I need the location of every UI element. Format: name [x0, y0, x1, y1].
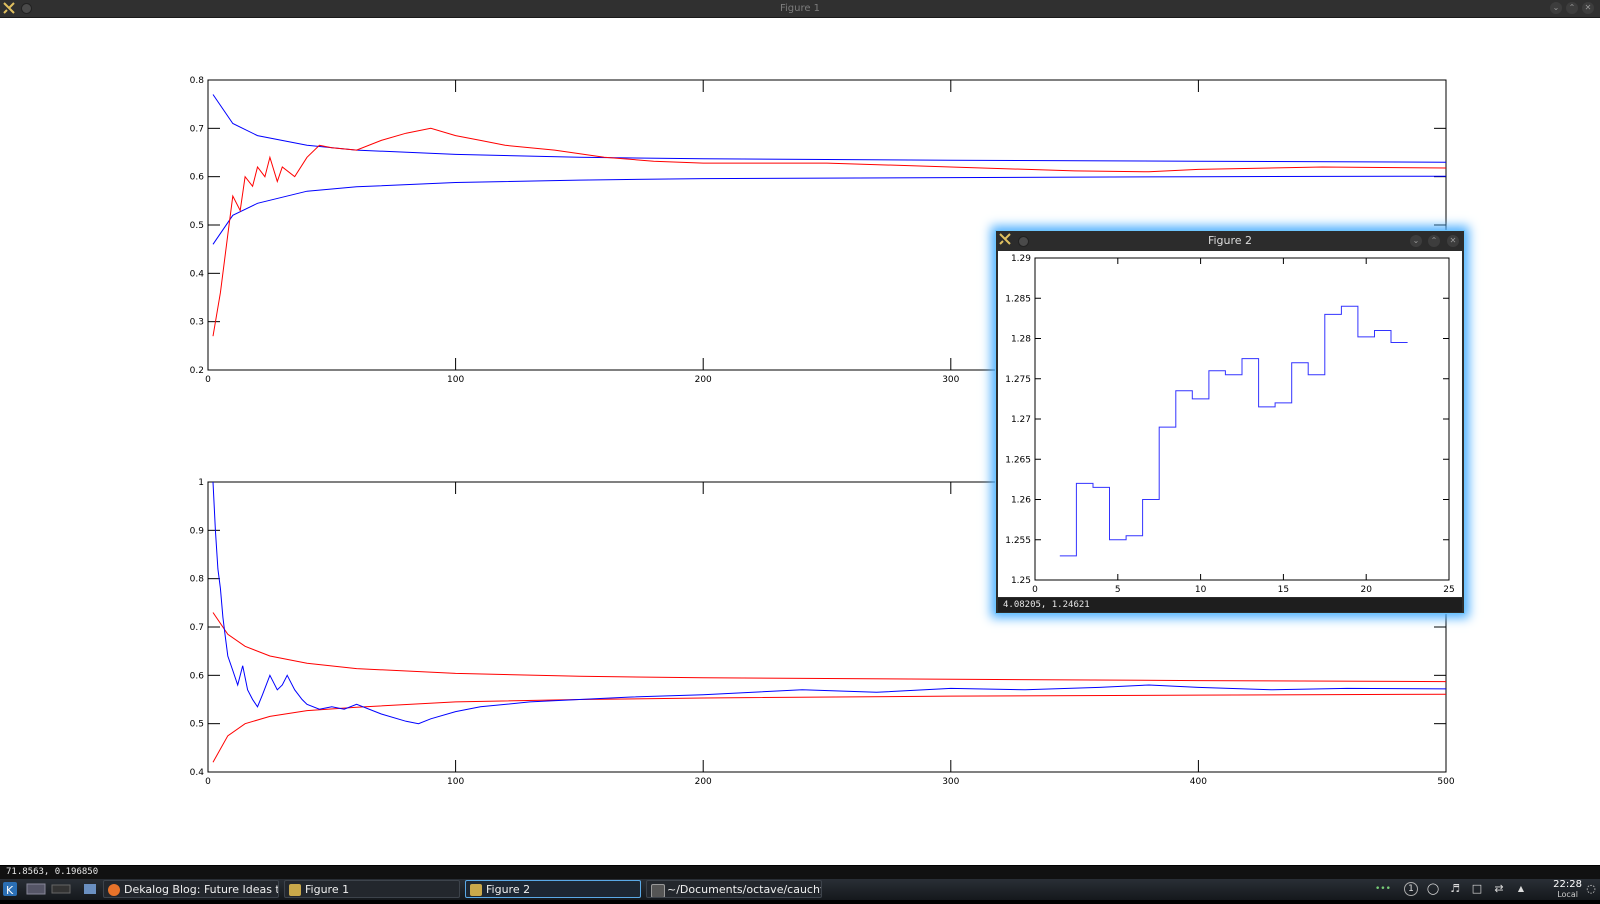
task-label: Figure 2	[486, 883, 531, 896]
y-tick-label: 1.25	[1011, 576, 1031, 586]
task-figure-1[interactable]: Figure 1	[284, 880, 460, 898]
x-tick-label: 100	[447, 777, 464, 787]
clock-zone: Local	[1557, 890, 1578, 899]
task-figure-2[interactable]: Figure 2	[465, 880, 641, 898]
window-menu-icon[interactable]	[21, 3, 32, 14]
y-tick-label: 0.8	[190, 76, 205, 86]
y-tick-label: 1.265	[1005, 455, 1031, 465]
clock[interactable]: 22:28 Local	[1553, 880, 1582, 900]
axes-figure2[interactable]: 0 5 10 15 20 25 1.25 1.255 1.26 1.265 1.27 1.275 1.2…	[1005, 254, 1454, 595]
series-line-1	[212, 693, 1447, 763]
task-label: Dekalog Blog: Future Ideas to	[124, 883, 279, 896]
x-tick-label: 20	[1360, 585, 1372, 595]
octave-app-icon[interactable]	[3, 2, 15, 14]
figure1-title: Figure 1	[779, 3, 821, 14]
shield-icon[interactable]: ◯	[1426, 882, 1440, 896]
x-tick-label: 500	[1437, 777, 1454, 787]
power-icon[interactable]: ◌	[1584, 882, 1598, 896]
figure2-title: Figure 2	[1207, 234, 1253, 247]
pager-icon[interactable]	[50, 880, 72, 899]
y-tick-label: 1.275	[1005, 375, 1031, 385]
x-tick-label: 25	[1443, 585, 1454, 595]
figure1-titlebar[interactable]: Figure 1 ⌄ ⌃ ✕	[0, 0, 1600, 18]
x-tick-label: 10	[1195, 585, 1207, 595]
figure2-coordinate-readout: 4.08205, 1.24621	[998, 598, 1462, 612]
minimize-icon[interactable]: ⌄	[1410, 235, 1422, 247]
x-tick-label: 300	[942, 777, 959, 787]
maximize-icon[interactable]: ⌃	[1566, 2, 1578, 14]
x-tick-label: 200	[695, 777, 712, 787]
y-tick-label: 0.6	[190, 671, 205, 681]
y-tick-label: 0.9	[190, 526, 205, 536]
task-terminal[interactable]: ~/Documents/octave/cauchy	[646, 880, 822, 898]
y-tick-label: 0.6	[190, 173, 205, 183]
y-tick-label: 1.26	[1011, 496, 1031, 506]
y-tick-label: 1.255	[1005, 536, 1031, 546]
show-desktop-icon[interactable]	[25, 880, 47, 899]
network-activity-icon[interactable]: •••	[1375, 882, 1391, 896]
series-line-0	[212, 94, 1447, 163]
octave-icon	[289, 884, 301, 896]
x-tick-label: 400	[1190, 777, 1207, 787]
x-tick-label: 200	[695, 375, 712, 385]
y-tick-label: 1.285	[1005, 294, 1031, 304]
figure2-plot-area[interactable]: 0 5 10 15 20 25 1.25 1.255 1.26 1.265 1.27 1.275 1.2…	[998, 251, 1462, 597]
clipboard-icon[interactable]: □	[1470, 882, 1484, 896]
octave-icon	[470, 884, 482, 896]
figure2-titlebar[interactable]: Figure 2 ⌄ ⌃ ✕	[996, 231, 1464, 251]
minimize-icon[interactable]: ⌄	[1550, 2, 1562, 14]
y-tick-label: 0.3	[190, 318, 204, 328]
task-dekalog-blog[interactable]: Dekalog Blog: Future Ideas to	[103, 880, 279, 898]
terminal-icon	[651, 884, 665, 897]
series-stairs-0	[1059, 305, 1408, 557]
y-tick-label: 0.4	[190, 768, 205, 778]
firefox-icon	[108, 884, 120, 896]
taskbar: K Dekalog Blog: Future Ideas to Figure 1…	[0, 879, 1600, 900]
y-tick-label: 0.5	[190, 221, 204, 231]
x-tick-label: 15	[1278, 585, 1289, 595]
y-tick-label: 0.7	[190, 623, 204, 633]
svg-text:K: K	[6, 884, 14, 897]
kde-menu-icon[interactable]: K	[2, 880, 18, 899]
x-tick-label: 0	[205, 375, 211, 385]
task-label: ~/Documents/octave/cauchy	[667, 883, 822, 896]
x-tick-label: 100	[447, 375, 464, 385]
tray-expand-icon[interactable]: ▲	[1514, 882, 1528, 896]
y-tick-label: 0.7	[190, 124, 204, 134]
y-tick-label: 1	[198, 478, 204, 488]
figure2-window[interactable]: Figure 2 ⌄ ⌃ ✕ 0 5 10 15 20 25 1.25 1.255 1.26 1.…	[995, 230, 1465, 614]
clock-time: 22:28	[1553, 879, 1582, 890]
y-tick-label: 0.4	[190, 269, 205, 279]
y-tick-label: 0.8	[190, 575, 205, 585]
axes-frame	[1034, 257, 1450, 581]
x-tick-label: 5	[1115, 585, 1121, 595]
x-tick-label: 0	[1032, 585, 1038, 595]
figure1-coordinate-readout: 71.8563, 0.196850	[0, 866, 1600, 879]
x-tick-label: 300	[942, 375, 959, 385]
series-line-0	[212, 612, 1447, 683]
task-label: Figure 1	[305, 883, 350, 896]
y-tick-label: 1.27	[1011, 415, 1031, 425]
y-tick-label: 1.28	[1011, 335, 1031, 345]
x-tick-label: 0	[205, 777, 211, 787]
y-tick-label: 0.2	[190, 366, 204, 376]
window-menu-icon[interactable]	[1018, 236, 1029, 247]
y-tick-label: 1.29	[1011, 254, 1031, 264]
volume-icon[interactable]: ♬	[1448, 882, 1462, 896]
maximize-icon[interactable]: ⌃	[1428, 235, 1440, 247]
file-manager-icon[interactable]	[82, 880, 98, 899]
notification-count-icon[interactable]: 1	[1404, 882, 1418, 896]
y-tick-label: 0.5	[190, 720, 204, 730]
octave-app-icon[interactable]	[999, 233, 1011, 245]
close-icon[interactable]: ✕	[1447, 235, 1459, 247]
network-icon[interactable]: ⇄	[1492, 882, 1506, 896]
close-icon[interactable]: ✕	[1582, 2, 1594, 14]
